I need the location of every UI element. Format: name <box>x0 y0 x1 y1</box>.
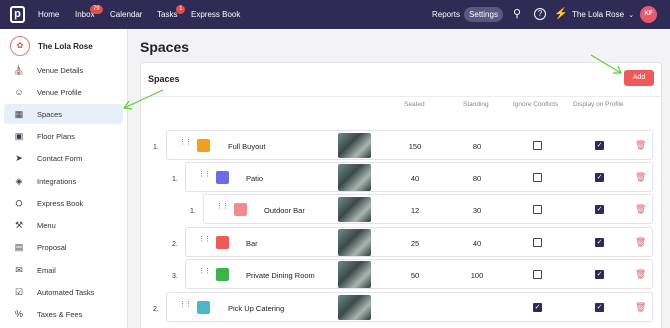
arrow-to-spaces <box>122 89 164 110</box>
arrow-to-add-button <box>590 54 622 74</box>
annotation-arrows <box>122 54 622 110</box>
